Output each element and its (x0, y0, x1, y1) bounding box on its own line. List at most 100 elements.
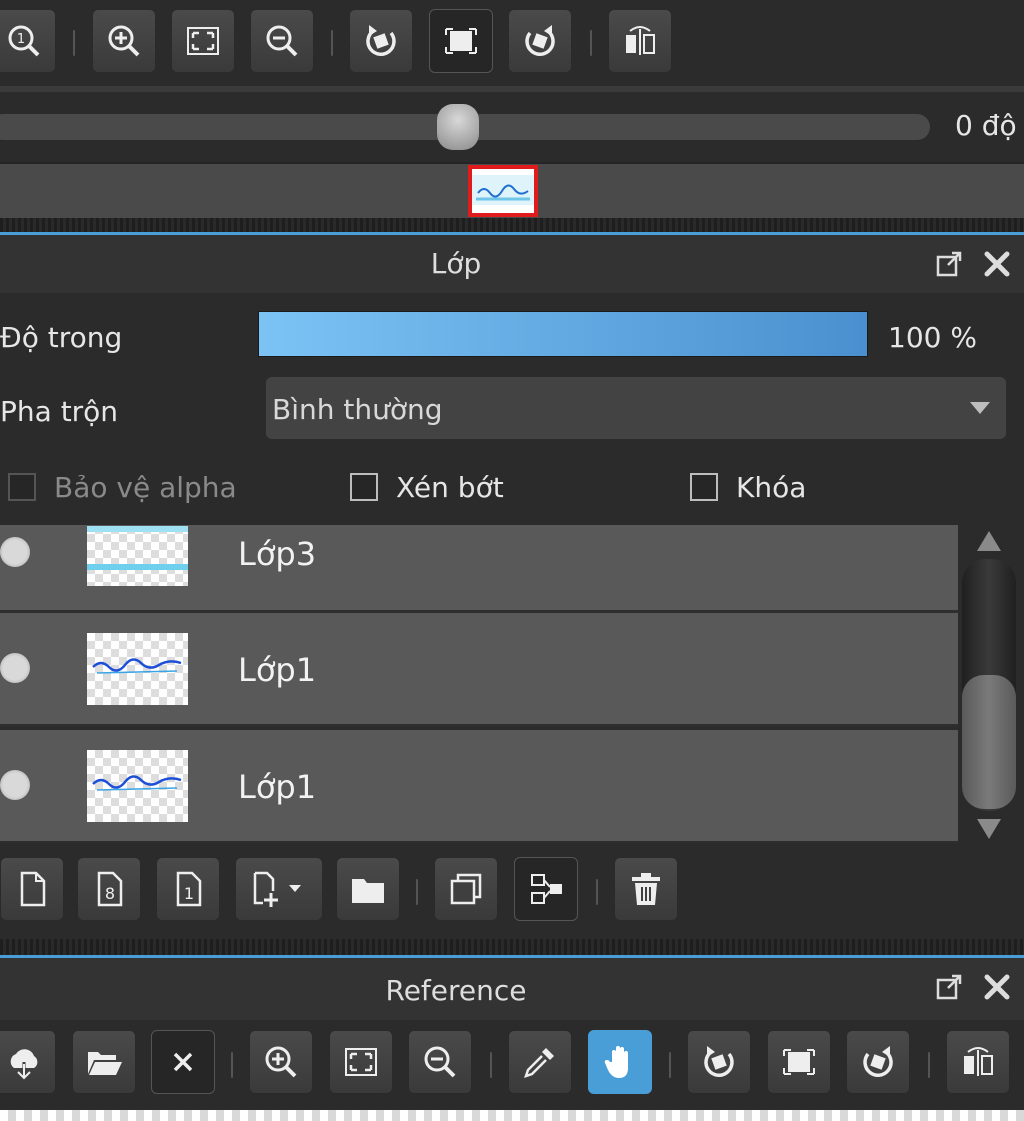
layer-8bit-icon: 8 (97, 871, 123, 907)
reference-panel-title: Reference (385, 974, 527, 1007)
hand-tool-button[interactable] (588, 1030, 652, 1094)
layer-row[interactable]: Lớp3 (0, 525, 958, 613)
panel-divider (0, 218, 1024, 232)
undock-icon[interactable] (934, 972, 964, 1002)
zoom-actual-button[interactable]: 1 (0, 9, 56, 73)
layer-name: Lớp3 (238, 535, 317, 573)
open-reference-button[interactable] (72, 1030, 136, 1094)
layer-name: Lớp1 (238, 768, 317, 806)
layer-toolbar: 8 1 (0, 843, 1024, 939)
blend-mode-value: Bình thường (272, 393, 443, 426)
opacity-label: Độ trong (0, 321, 123, 354)
zoom-one-icon: 1 (8, 25, 40, 57)
scroll-down-icon[interactable] (977, 819, 1001, 839)
blend-mode-select[interactable]: Bình thường (266, 377, 1006, 439)
import-reference-button[interactable] (0, 1030, 56, 1094)
merge-layer-button[interactable] (514, 857, 578, 921)
reset-rotation-icon (445, 28, 477, 54)
eyedropper-button[interactable] (508, 1030, 572, 1094)
zoom-out-icon (266, 25, 298, 57)
rotation-slider-handle[interactable] (437, 104, 479, 150)
delete-layer-button[interactable] (614, 857, 678, 921)
layer-thumbnail (87, 526, 188, 586)
zoom-in-button[interactable] (92, 9, 156, 73)
visibility-icon[interactable] (0, 653, 30, 683)
toolbar-separator (231, 1052, 233, 1078)
zoom-out-icon (424, 1046, 456, 1078)
flip-horizontal-icon (964, 1047, 993, 1076)
clip-checkbox[interactable] (350, 473, 378, 501)
rotate-left-icon (366, 25, 396, 57)
scroll-up-icon[interactable] (977, 531, 1001, 551)
new-8bit-layer-button[interactable]: 8 (77, 857, 141, 921)
opacity-bar[interactable] (258, 311, 868, 357)
duplicate-icon (450, 873, 482, 905)
reference-toolbar (0, 1020, 1024, 1110)
flip-horizontal-button[interactable] (608, 9, 672, 73)
reference-zoom-out-button[interactable] (408, 1030, 472, 1094)
panel-divider (0, 939, 1024, 955)
toolbar-separator (331, 30, 333, 56)
svg-text:1: 1 (184, 884, 194, 903)
reference-panel-header: Reference (0, 958, 1024, 1020)
opacity-fill (259, 312, 867, 356)
layer-panel-header: Lớp (0, 235, 1024, 293)
svg-text:8: 8 (105, 884, 115, 903)
duplicate-layer-button[interactable] (434, 857, 498, 921)
new-folder-button[interactable] (336, 857, 400, 921)
reference-flip-button[interactable] (946, 1030, 1010, 1094)
rotate-right-button[interactable] (508, 9, 572, 73)
layer-thumbnail (87, 633, 188, 705)
flip-horizontal-icon (626, 26, 655, 55)
fit-view-button[interactable] (171, 9, 235, 73)
eyedropper-icon (524, 1048, 554, 1078)
hand-icon (604, 1046, 628, 1078)
navigator-thumbnail[interactable] (468, 165, 538, 217)
reference-canvas-edge (0, 1110, 1024, 1121)
new-page-icon (20, 871, 46, 907)
zoom-out-button[interactable] (250, 9, 314, 73)
chevron-down-icon (970, 402, 990, 414)
toolbar-separator (669, 1052, 671, 1078)
blend-mode-label: Pha trộn (0, 395, 119, 428)
close-icon[interactable] (982, 972, 1012, 1002)
layer-properties: Độ trong 100 % Pha trộn Bình thường Bảo … (0, 293, 1024, 525)
new-layer-button[interactable] (0, 857, 64, 921)
scrollbar-thumb[interactable] (962, 675, 1016, 809)
close-reference-button[interactable] (151, 1030, 215, 1094)
visibility-icon[interactable] (0, 537, 30, 567)
toolbar-separator (590, 30, 592, 56)
rotate-left-button[interactable] (349, 9, 413, 73)
clip-label: Xén bớt (396, 471, 504, 504)
navigator-toolbar: 1 (0, 0, 1024, 86)
reference-reset-rotation-button[interactable] (767, 1030, 831, 1094)
layer-thumbnail-image (92, 658, 182, 674)
toolbar-separator (928, 1052, 930, 1078)
reference-rotate-right-button[interactable] (846, 1030, 910, 1094)
close-icon[interactable] (982, 249, 1012, 279)
undock-icon[interactable] (934, 249, 964, 279)
reference-zoom-in-button[interactable] (249, 1030, 313, 1094)
rotate-right-icon (525, 25, 555, 57)
trash-icon (632, 873, 660, 905)
zoom-in-icon (265, 1046, 297, 1078)
layer-thumbnail-image (92, 775, 182, 791)
toolbar-separator (73, 30, 75, 56)
reset-rotation-button[interactable] (429, 9, 493, 73)
layer-row[interactable]: Lớp1 (0, 613, 958, 727)
layer-thumbnail (87, 750, 188, 822)
lock-checkbox[interactable] (690, 473, 718, 501)
fit-screen-icon (345, 1048, 377, 1076)
svg-text:1: 1 (17, 32, 25, 47)
rotation-row: 0 độ (0, 92, 1024, 162)
reference-fit-button[interactable] (329, 1030, 393, 1094)
rotate-right-icon (863, 1046, 893, 1078)
rotation-value: 0 độ (955, 109, 1017, 142)
reference-rotate-left-button[interactable] (687, 1030, 751, 1094)
new-1bit-layer-button[interactable]: 1 (156, 857, 220, 921)
visibility-icon[interactable] (0, 770, 30, 800)
rotate-left-icon (704, 1046, 734, 1078)
protect-alpha-checkbox[interactable] (8, 473, 36, 501)
layer-row[interactable]: Lớp1 (0, 730, 958, 843)
add-layer-menu-button[interactable] (235, 857, 323, 921)
